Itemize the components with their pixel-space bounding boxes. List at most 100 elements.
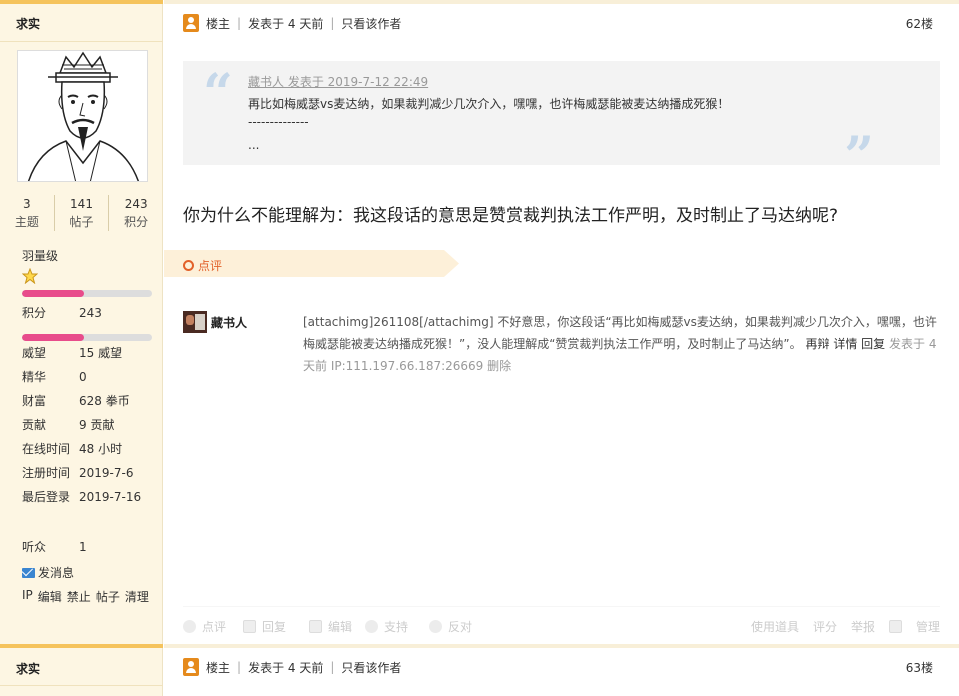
action-label: 反对 xyxy=(448,620,473,634)
next-floor-number[interactable]: 63楼 xyxy=(906,659,933,676)
user-stats: 3 主题 141 帖子 243 积分 xyxy=(0,195,163,231)
manage-checkbox[interactable] xyxy=(888,620,902,633)
info-row-digest: 精华 0 xyxy=(22,365,162,389)
open-quote-icon: “ xyxy=(203,63,233,124)
info-key: 最后登录 xyxy=(22,490,71,504)
comment-icon xyxy=(183,620,196,633)
info-value: 15 威望 xyxy=(79,346,123,360)
quote-dashes: -------------- xyxy=(248,115,309,129)
divider xyxy=(0,685,163,686)
sidebar-top-bar xyxy=(0,0,163,4)
stat-value: 3 xyxy=(23,197,31,211)
info-value: 1 xyxy=(79,540,87,554)
thumb-down-icon xyxy=(429,620,442,633)
admin-edit-link[interactable]: 编辑 xyxy=(38,588,62,605)
send-message-link[interactable]: 发消息 xyxy=(22,564,74,581)
info-key: 在线时间 xyxy=(22,442,71,456)
comment-body: [attachimg]261108[/attachimg] 不好意思，你这段话“… xyxy=(303,311,943,377)
info-value: 243 xyxy=(79,306,102,320)
separator: | xyxy=(237,16,242,30)
avatar[interactable] xyxy=(17,50,148,182)
post-action-oppose[interactable]: 反对 xyxy=(429,618,472,635)
info-value: 628 拳币 xyxy=(79,394,130,408)
info-row-listeners: 听众 1 xyxy=(22,535,162,559)
stat-threads[interactable]: 3 主题 xyxy=(0,195,54,231)
reply-icon xyxy=(243,620,256,633)
points-row: 积分 243 xyxy=(22,301,162,325)
post-action-rate[interactable]: 点评 xyxy=(183,618,226,635)
info-value: 9 贡献 xyxy=(79,418,115,432)
info-row-wealth: 财富 628 拳币 xyxy=(22,389,162,413)
stat-label: 积分 xyxy=(124,215,149,229)
comment-delete-link[interactable]: 删除 xyxy=(487,359,511,373)
rate-link[interactable]: 评分 xyxy=(813,618,837,635)
level-progress-bar xyxy=(22,290,152,297)
comment-rebut-link[interactable]: 再辩 xyxy=(805,337,829,351)
info-key: 贡献 xyxy=(22,418,47,432)
avatar-part xyxy=(186,315,194,325)
action-label: 编辑 xyxy=(328,620,353,634)
use-item-dropdown[interactable]: 使用道具 xyxy=(751,618,799,635)
post-main: 楼主 | 发表于 4 天前 | 只看该作者 62楼 “ 藏书人 发表于 2019… xyxy=(164,0,959,696)
user-profile-sidebar: 求实 3 主题 141 帖子 243 积分 羽量级 积分 243 威望 15 威… xyxy=(0,0,163,696)
admin-posts-link[interactable]: 帖子 xyxy=(96,588,120,605)
post-action-support[interactable]: 支持 xyxy=(365,618,408,635)
post-tools: 使用道具 评分 举报 管理 xyxy=(751,618,940,635)
post-action-reply[interactable]: 回复 xyxy=(243,618,286,635)
info-value: 2019-7-6 xyxy=(79,466,134,480)
next-username-link[interactable]: 求实 xyxy=(16,660,40,677)
thread-owner-icon xyxy=(183,14,199,32)
comment-ip: IP:111.197.66.187:26669 xyxy=(330,359,484,373)
comment-detail-link[interactable]: 详情 xyxy=(833,337,857,351)
separator: | xyxy=(330,16,335,30)
admin-clean-link[interactable]: 清理 xyxy=(125,588,149,605)
only-author-link[interactable]: 只看该作者 xyxy=(341,659,401,676)
post-separator-bar xyxy=(164,644,959,648)
post-top-bar xyxy=(164,0,959,4)
username-link[interactable]: 求实 xyxy=(16,15,40,32)
thread-owner-icon xyxy=(183,658,199,676)
only-author-link[interactable]: 只看该作者 xyxy=(341,15,401,32)
divider xyxy=(0,41,163,42)
post-content: 你为什么不能理解为：我这段话的意思是赞赏裁判执法工作严明，及时制止了马达纳呢? xyxy=(183,206,839,226)
action-label: 点评 xyxy=(202,620,227,634)
info-value: 48 小时 xyxy=(79,442,123,456)
edit-icon xyxy=(309,620,322,633)
points-progress-bar xyxy=(22,334,152,341)
floor-number[interactable]: 62楼 xyxy=(906,15,933,32)
report-link[interactable]: 举报 xyxy=(851,618,875,635)
stat-value: 243 xyxy=(124,197,148,211)
close-quote-icon: ” xyxy=(844,126,874,187)
separator: | xyxy=(237,660,242,674)
stat-label: 帖子 xyxy=(69,215,94,229)
post-action-edit[interactable]: 编辑 xyxy=(309,618,352,635)
level-progress-fill xyxy=(22,290,85,297)
quote-ellipsis: ... xyxy=(248,138,260,152)
info-key: 听众 xyxy=(22,540,47,554)
comment-reply-link[interactable]: 回复 xyxy=(861,337,885,351)
commenter-avatar[interactable] xyxy=(183,311,207,333)
admin-ban-link[interactable]: 禁止 xyxy=(67,588,91,605)
stat-points[interactable]: 243 积分 xyxy=(108,195,163,231)
admin-ip-link[interactable]: IP xyxy=(22,588,33,605)
quote-block: “ 藏书人 发表于 2019-7-12 22:49 再比如梅威瑟vs麦达纳，如果… xyxy=(183,61,940,187)
info-value: 2019-7-16 xyxy=(79,490,142,504)
commenter-name-link[interactable]: 藏书人 xyxy=(211,314,247,331)
manage-link[interactable]: 管理 xyxy=(916,618,940,635)
info-value: 0 xyxy=(79,370,87,384)
next-post-header: 楼主 | 发表于 4 天前 | 只看该作者 xyxy=(183,658,401,676)
user-level[interactable]: 羽量级 xyxy=(22,247,58,264)
quote-author-link[interactable]: 藏书人 发表于 2019-7-12 22:49 xyxy=(248,73,428,90)
info-key: 财富 xyxy=(22,394,47,408)
post-time: 发表于 4 天前 xyxy=(248,660,324,675)
info-key: 威望 xyxy=(22,346,47,360)
avatar-part xyxy=(195,314,205,330)
points-progress-fill xyxy=(22,334,85,341)
info-row-online-time: 在线时间 48 小时 xyxy=(22,437,162,461)
stat-posts[interactable]: 141 帖子 xyxy=(53,195,109,231)
action-label: 支持 xyxy=(384,620,409,634)
info-key: 精华 xyxy=(22,370,47,384)
separator: | xyxy=(330,660,335,674)
star-icon xyxy=(22,268,38,284)
forum-page: 求实 3 主题 141 帖子 243 积分 羽量级 积分 243 威望 15 威… xyxy=(0,0,959,696)
